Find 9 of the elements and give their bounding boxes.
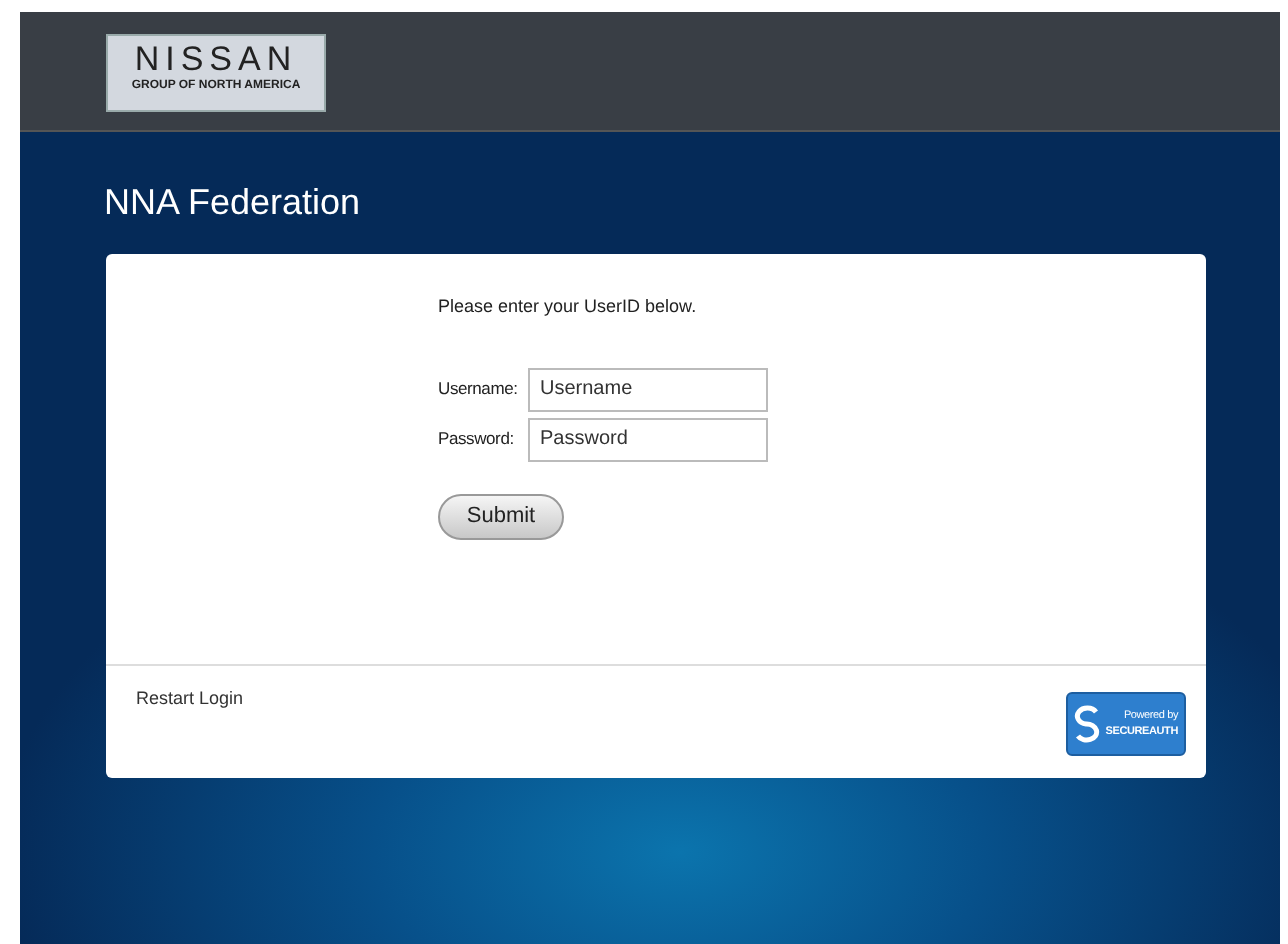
- instruction-text: Please enter your UserID below.: [438, 294, 699, 320]
- field-label: Username:: [438, 376, 518, 402]
- restart-login-link[interactable]: Restart Login: [136, 686, 244, 756]
- submit-button[interactable]: Submit: [438, 493, 564, 539]
- page-title: NNA Federation: [104, 182, 363, 222]
- password-field[interactable]: Password: [528, 417, 768, 461]
- username-field[interactable]: Username: [528, 367, 768, 411]
- s-logo-icon: [1073, 704, 1102, 744]
- field-label: Password:: [438, 426, 516, 452]
